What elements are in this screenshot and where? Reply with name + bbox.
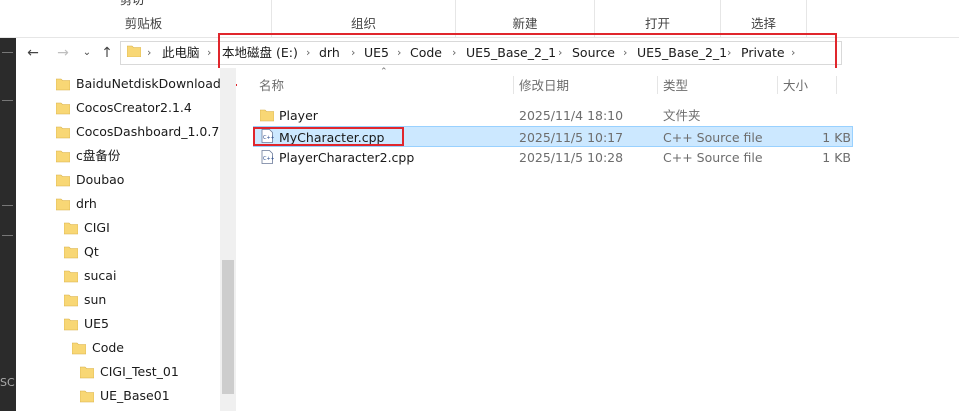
tree-item-label: CocosCreator2.1.4: [76, 100, 192, 115]
file-highlight-box: [253, 127, 404, 146]
background-window-text: SC: [0, 376, 15, 389]
file-row-playercharacter2-cpp[interactable]: C++ PlayerCharacter2.cpp 2025/11/5 10:28…: [253, 147, 853, 168]
back-arrow-icon[interactable]: ←: [24, 44, 42, 62]
ribbon-cut-label[interactable]: 剪切: [120, 0, 144, 8]
file-type: C++ Source file: [663, 150, 763, 165]
ribbon-group-open: 打开: [595, 0, 721, 37]
folder-icon: [80, 366, 94, 379]
file-date: 2025/11/5 10:17: [519, 130, 624, 145]
folder-icon: [64, 294, 78, 307]
tree-item-label: sun: [84, 292, 107, 307]
folder-icon: [260, 109, 274, 122]
column-divider[interactable]: [836, 76, 837, 94]
background-window-strip: SC: [0, 0, 16, 411]
folder-icon: [64, 318, 78, 331]
ribbon-group-label: 打开: [644, 16, 670, 31]
breadcrumb-this-pc[interactable]: 此电脑: [162, 45, 200, 61]
tree-item-label: Qt: [84, 244, 99, 259]
recent-dropdown-icon[interactable]: ⌄: [78, 44, 96, 62]
file-size: 1 KB: [822, 150, 851, 165]
navigation-tree: BaiduNetdiskDownload CocosCreator2.1.4 C…: [18, 68, 236, 411]
file-list-pane: ⌃ 名称 修改日期 类型 大小 Player 2025/11/4 18:10 文…: [237, 67, 959, 411]
file-size: 1 KB: [822, 130, 851, 145]
folder-icon: [127, 45, 141, 57]
ribbon-group-organize: 组织: [272, 0, 456, 37]
column-header-name[interactable]: 名称: [259, 76, 284, 96]
tree-item-label: sucai: [84, 268, 117, 283]
folder-icon: [56, 174, 70, 187]
ribbon-group-clipboard: 剪切 剪贴板: [16, 0, 272, 37]
ribbon-group-label: 剪贴板: [124, 16, 163, 31]
tree-item-label: CocosDashboard_1.0.7: [76, 124, 220, 139]
folder-icon: [56, 126, 70, 139]
folder-icon: [64, 222, 78, 235]
breadcrumb-separator[interactable]: ›: [207, 45, 211, 61]
column-header-type[interactable]: 类型: [663, 76, 688, 96]
tree-item-label: UE5: [84, 316, 109, 331]
tree-item-label: CIGI_Test_01: [100, 364, 179, 379]
tree-item-label: Doubao: [76, 172, 125, 187]
tree-item-label: drh: [76, 196, 97, 211]
column-header-size[interactable]: 大小: [783, 76, 808, 96]
tree-scrollbar[interactable]: [220, 68, 236, 411]
breadcrumb-separator[interactable]: ›: [147, 45, 151, 61]
tree-scrollbar-thumb[interactable]: [222, 260, 234, 394]
file-type: 文件夹: [663, 108, 701, 123]
ribbon-group-label: 新建: [512, 16, 538, 31]
ribbon-group-select: 选择: [721, 0, 807, 37]
column-header-date[interactable]: 修改日期: [519, 76, 569, 96]
column-divider[interactable]: [777, 76, 778, 94]
file-type: C++ Source file: [663, 130, 763, 145]
tree-item-label: BaiduNetdiskDownload: [76, 76, 221, 91]
folder-icon: [64, 270, 78, 283]
folder-icon: [56, 150, 70, 163]
tree-item-label: Code: [92, 340, 125, 355]
folder-icon: [56, 102, 70, 115]
tree-item-label: CIGI: [84, 220, 110, 235]
folder-icon: [56, 198, 70, 211]
column-divider[interactable]: [657, 76, 658, 94]
svg-text:C++: C++: [263, 156, 274, 162]
file-name: Player: [279, 108, 318, 123]
cpp-file-icon: C++: [261, 150, 274, 164]
file-row-player[interactable]: Player 2025/11/4 18:10 文件夹: [253, 105, 853, 126]
sort-ascending-icon: ⌃: [380, 67, 388, 77]
tree-item-label: c盘备份: [76, 148, 121, 163]
tree-item-label: UE_Base01: [100, 388, 170, 403]
column-divider[interactable]: [513, 76, 514, 94]
folder-icon: [80, 390, 94, 403]
ribbon-group-new: 新建: [456, 0, 595, 37]
up-arrow-icon[interactable]: ↑: [98, 44, 116, 62]
ribbon-group-label: 组织: [350, 16, 376, 31]
ribbon-group-label: 选择: [750, 16, 776, 31]
forward-arrow-icon[interactable]: →: [54, 44, 72, 62]
folder-icon: [56, 78, 70, 91]
folder-icon: [64, 246, 78, 259]
file-date: 2025/11/5 10:28: [519, 150, 624, 165]
file-name: PlayerCharacter2.cpp: [279, 150, 415, 165]
file-date: 2025/11/4 18:10: [519, 108, 624, 123]
folder-icon: [72, 342, 86, 355]
